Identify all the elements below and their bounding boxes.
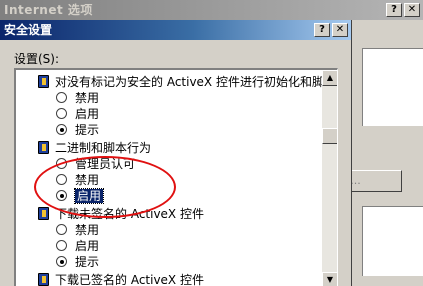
tree-group-label: 下载未签名的 ActiveX 控件 xyxy=(55,207,204,221)
radio-option[interactable]: 管理员认可 xyxy=(56,156,135,172)
close-button[interactable]: ✕ xyxy=(404,3,420,17)
tree-group-label: 下载已签名的 ActiveX 控件 xyxy=(55,273,204,286)
radio-button[interactable] xyxy=(56,240,67,251)
radio-button[interactable] xyxy=(56,108,67,119)
radio-option[interactable]: 提示 xyxy=(56,122,99,138)
setting-group-icon xyxy=(38,75,49,88)
radio-option-selected[interactable]: 启用 xyxy=(56,188,105,204)
radio-button[interactable] xyxy=(56,92,67,103)
radio-label: 禁用 xyxy=(75,91,100,105)
radio-button[interactable] xyxy=(56,158,67,169)
settings-label: 设置(S): xyxy=(14,52,60,66)
tree-group[interactable]: 下载未签名的 ActiveX 控件 xyxy=(38,206,204,222)
tree-group[interactable]: 对没有标记为安全的 ActiveX 控件进行初始化和脚 xyxy=(38,74,324,90)
radio-button[interactable] xyxy=(56,174,67,185)
radio-option[interactable]: 启用 xyxy=(56,238,99,254)
radio-label: 管理员认可 xyxy=(75,157,136,171)
internet-options-titlebar: Internet 选项 xyxy=(0,0,423,20)
dialog-help-button[interactable]: ? xyxy=(314,23,330,37)
radio-option[interactable]: 启用 xyxy=(56,106,99,122)
tree-group-label: 对没有标记为安全的 ActiveX 控件进行初始化和脚 xyxy=(55,75,324,89)
radio-option[interactable]: 禁用 xyxy=(56,222,99,238)
radio-button-checked[interactable] xyxy=(56,190,67,201)
radio-button-checked[interactable] xyxy=(56,256,67,267)
zone-info-box xyxy=(362,48,423,126)
setting-group-icon xyxy=(38,207,49,220)
radio-label: 启用 xyxy=(75,107,100,121)
radio-option[interactable]: 禁用 xyxy=(56,172,99,188)
radio-button[interactable] xyxy=(56,224,67,235)
tree-group-label: 二进制和脚本行为 xyxy=(55,141,152,155)
scrollbar-thumb[interactable] xyxy=(322,128,337,144)
radio-label: 禁用 xyxy=(75,223,100,237)
radio-label: 提示 xyxy=(75,123,100,137)
help-button[interactable]: ? xyxy=(386,3,402,17)
radio-label: 提示 xyxy=(75,255,100,269)
scroll-down-arrow-icon[interactable]: ▼ xyxy=(322,272,337,286)
radio-label: 禁用 xyxy=(75,173,100,187)
tree-group[interactable]: 下载已签名的 ActiveX 控件 xyxy=(38,272,204,286)
dialog-close-button[interactable]: ✕ xyxy=(332,23,348,37)
settings-listbox[interactable]: 对没有标记为安全的 ActiveX 控件进行初始化和脚 禁用 启用 提示 二进制… xyxy=(14,68,338,286)
setting-group-icon xyxy=(38,273,49,286)
security-settings-dialog: 安全设置 ? ✕ 设置(S): 对没有标记为安全的 ActiveX 控件进行初始… xyxy=(0,20,352,286)
setting-group-icon xyxy=(38,141,49,154)
radio-label: 启用 xyxy=(75,239,100,253)
tree-group[interactable]: 二进制和脚本行为 xyxy=(38,140,151,156)
radio-button-checked[interactable] xyxy=(56,124,67,135)
scroll-up-arrow-icon[interactable]: ▲ xyxy=(322,70,337,86)
radio-option[interactable]: 禁用 xyxy=(56,90,99,106)
radio-option[interactable]: 提示 xyxy=(56,254,99,270)
radio-label-selected: 启用 xyxy=(73,188,105,204)
zone-level-box xyxy=(362,206,423,276)
vertical-scrollbar[interactable]: ▲ ▼ xyxy=(322,70,337,286)
dialog-titlebar: 安全设置 xyxy=(0,20,351,40)
